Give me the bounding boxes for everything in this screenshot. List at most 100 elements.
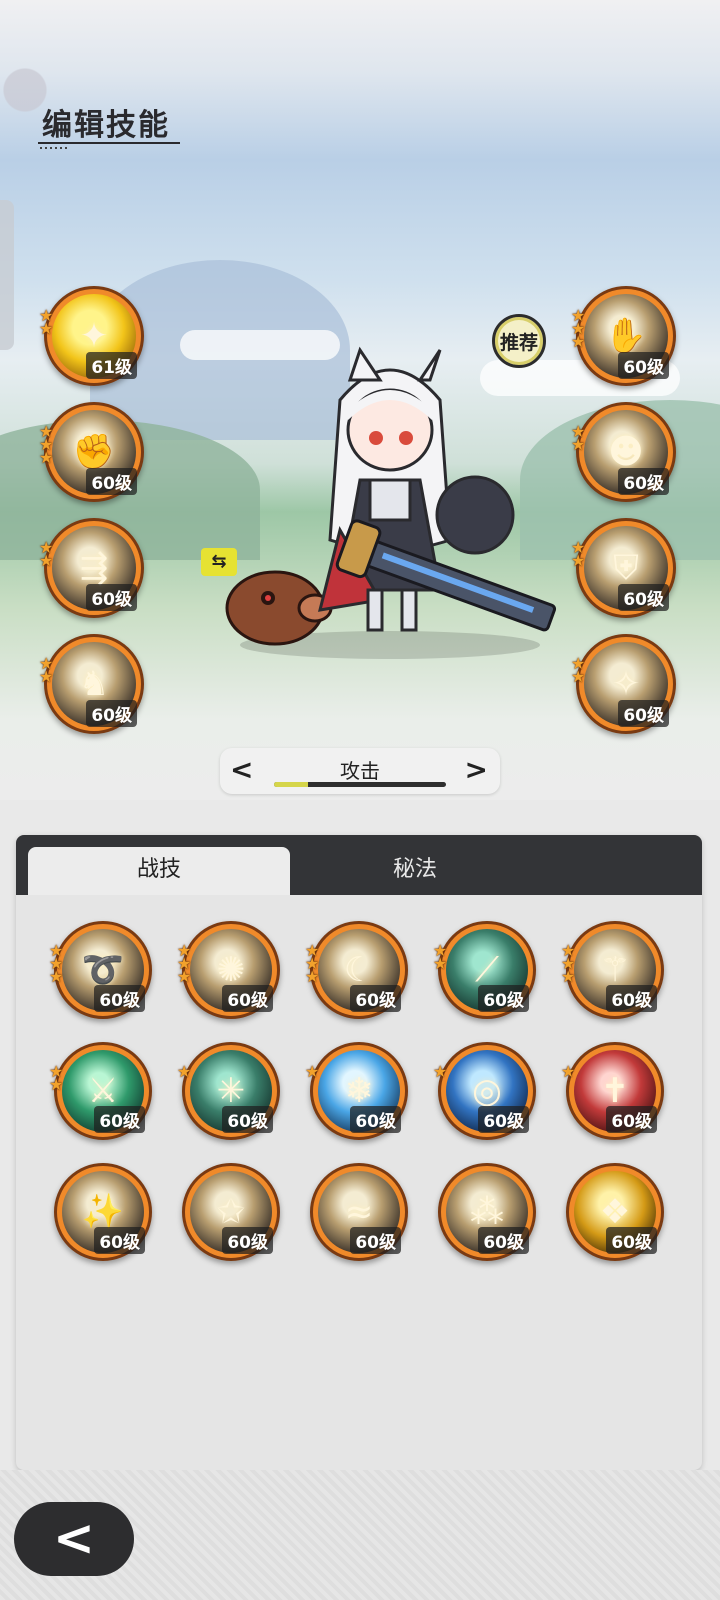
- skill-level: 60级: [350, 985, 401, 1012]
- category-progress-fill: [274, 782, 309, 787]
- skill-slot[interactable]: ♞ ★ ★ 60级: [39, 634, 144, 734]
- skill-glyph-icon: ☻: [608, 432, 644, 472]
- skill-glyph-icon: ◎: [472, 1071, 502, 1111]
- skill-level: 60级: [86, 700, 137, 727]
- star-rank-icon: ★ ★: [571, 422, 586, 454]
- skill-panel: 战技 秘法 ➰ ★ ★ ★ 60级 ✺ ★ ★ ★ 60级 ☾ ★ ★ ★ 60级 ⟋ ★ ★ 60级 ⚚ ★ ★ ★ 60级…: [16, 835, 702, 1470]
- star-rank-icon: ★: [177, 1062, 192, 1081]
- skill-level: 60级: [618, 700, 669, 727]
- skill-level: 60级: [350, 1106, 401, 1133]
- star-rank-icon: ★ ★ ★: [561, 941, 576, 986]
- star-rank-icon: ★ ★ ★: [305, 941, 320, 986]
- skill-level: 61级: [86, 352, 137, 379]
- skill-glyph-icon: ⟋: [475, 950, 499, 990]
- side-drawer-handle[interactable]: [0, 200, 14, 350]
- skill-slot[interactable]: ✺ ★ ★ ★ 60级: [177, 921, 280, 1019]
- title-dots: [40, 147, 70, 149]
- skill-glyph-icon: ☾: [343, 950, 375, 990]
- page-title: 编辑技能: [42, 108, 170, 143]
- skill-slot[interactable]: ⛨ ★ ★ 60级: [571, 518, 676, 618]
- skill-glyph-icon: ✨: [81, 1192, 125, 1232]
- skill-slot[interactable]: ✊ ★ ★ ★ 60级: [39, 402, 144, 502]
- skill-level: 60级: [606, 1227, 657, 1254]
- skill-slot[interactable]: ☾ ★ ★ ★ 60级: [305, 921, 408, 1019]
- skill-slot[interactable]: ◎ ★ 60级: [433, 1042, 536, 1140]
- star-rank-icon: ★ ★ ★: [177, 941, 192, 986]
- skill-level: 60级: [606, 985, 657, 1012]
- skill-slot[interactable]: ⇶ ★ ★ 60级: [39, 518, 144, 618]
- skill-level: 60级: [350, 1227, 401, 1254]
- skill-level: 60级: [606, 1106, 657, 1133]
- star-rank-icon: ★ ★: [39, 654, 54, 686]
- skill-level: 60级: [94, 1227, 145, 1254]
- skill-slot[interactable]: ⟋ ★ ★ 60级: [433, 921, 536, 1019]
- skill-level: 60级: [618, 584, 669, 611]
- skill-slot[interactable]: ☻ ★ ★ 60级: [571, 402, 676, 502]
- skill-level: 60级: [86, 468, 137, 495]
- tab-arcane[interactable]: 秘法: [290, 847, 540, 895]
- character-illustration: [225, 346, 557, 659]
- skill-glyph-icon: ⚚: [599, 950, 631, 990]
- skill-level: 60级: [94, 1106, 145, 1133]
- skill-level: 60级: [478, 1106, 529, 1133]
- skill-glyph-icon: ⚔: [87, 1071, 119, 1111]
- skill-slot[interactable]: ⁂ 60级: [438, 1163, 536, 1261]
- skill-level: 60级: [86, 584, 137, 611]
- skill-slot[interactable]: ✩ 60级: [182, 1163, 280, 1261]
- skill-slot[interactable]: ✨ 60级: [54, 1163, 152, 1261]
- skill-glyph-icon: ✋: [604, 316, 648, 356]
- back-button[interactable]: <: [14, 1502, 134, 1576]
- skill-level: 60级: [618, 352, 669, 379]
- star-rank-icon: ★: [561, 1062, 576, 1081]
- star-rank-icon: ★: [433, 1062, 448, 1081]
- skill-slot[interactable]: ⚚ ★ ★ ★ 60级: [561, 921, 664, 1019]
- skill-glyph-icon: ➰: [81, 950, 125, 990]
- skill-slot[interactable]: ≈60级: [310, 1163, 408, 1261]
- skill-level: 60级: [478, 1227, 529, 1254]
- skill-slot[interactable]: ✧ ★ ★ 60级: [571, 634, 676, 734]
- skill-glyph-icon: ✩: [216, 1192, 246, 1232]
- skill-level: 60级: [222, 985, 273, 1012]
- title-underline: [38, 142, 180, 144]
- skill-level: 60级: [478, 985, 529, 1012]
- star-rank-icon: ★ ★ ★: [571, 306, 586, 351]
- skill-glyph-icon: ✺: [216, 950, 246, 990]
- skill-glyph-icon: ♞: [78, 664, 110, 704]
- star-rank-icon: ★ ★ ★: [39, 422, 54, 467]
- skill-glyph-icon: ✦: [79, 316, 109, 356]
- skill-slot[interactable]: ❄ ★ 60级: [305, 1042, 408, 1140]
- skill-slot[interactable]: ➰ ★ ★ ★ 60级: [49, 921, 152, 1019]
- skill-glyph-icon: ⁂: [470, 1192, 504, 1232]
- skill-glyph-icon: ✝: [600, 1071, 630, 1111]
- skill-slot[interactable]: ⚔ ★ ★ 60级: [49, 1042, 152, 1140]
- skill-glyph-icon: ✳: [216, 1071, 246, 1111]
- star-rank-icon: ★ ★: [49, 1062, 64, 1094]
- star-rank-icon: ★: [305, 1062, 320, 1081]
- tab-bar: 战技 秘法: [16, 835, 702, 895]
- skill-glyph-icon: ✊: [72, 432, 116, 472]
- skill-slot[interactable]: ✝ ★ 60级: [561, 1042, 664, 1140]
- star-rank-icon: ★ ★: [39, 538, 54, 570]
- skill-slot[interactable]: ✳ ★ 60级: [177, 1042, 280, 1140]
- skill-slot[interactable]: ❖ 60级: [566, 1163, 664, 1261]
- skill-glyph-icon: ≈: [344, 1192, 374, 1232]
- skill-slot[interactable]: ✋ ★ ★ ★ 60级: [571, 286, 676, 386]
- skill-glyph-icon: ⛨: [613, 548, 639, 588]
- tab-combat-skills[interactable]: 战技: [28, 847, 290, 895]
- star-rank-icon: ★ ★: [571, 538, 586, 570]
- star-rank-icon: ★ ★: [571, 654, 586, 686]
- skill-glyph-icon: ❄: [344, 1071, 374, 1111]
- skill-glyph-icon: ❖: [599, 1192, 631, 1232]
- skill-level: 60级: [94, 985, 145, 1012]
- skill-level: 60级: [618, 468, 669, 495]
- star-rank-icon: ★ ★: [39, 306, 54, 338]
- star-rank-icon: ★ ★: [433, 941, 448, 973]
- skill-glyph-icon: ✧: [611, 664, 641, 704]
- skill-level: 60级: [222, 1227, 273, 1254]
- skill-slot[interactable]: ✦ ★ ★ 61级: [39, 286, 144, 386]
- skill-glyph-icon: ⇶: [79, 548, 109, 588]
- next-category-button[interactable]: >: [465, 753, 488, 786]
- category-progress: [274, 782, 446, 787]
- star-rank-icon: ★ ★ ★: [49, 941, 64, 986]
- category-label: 攻击: [340, 759, 380, 783]
